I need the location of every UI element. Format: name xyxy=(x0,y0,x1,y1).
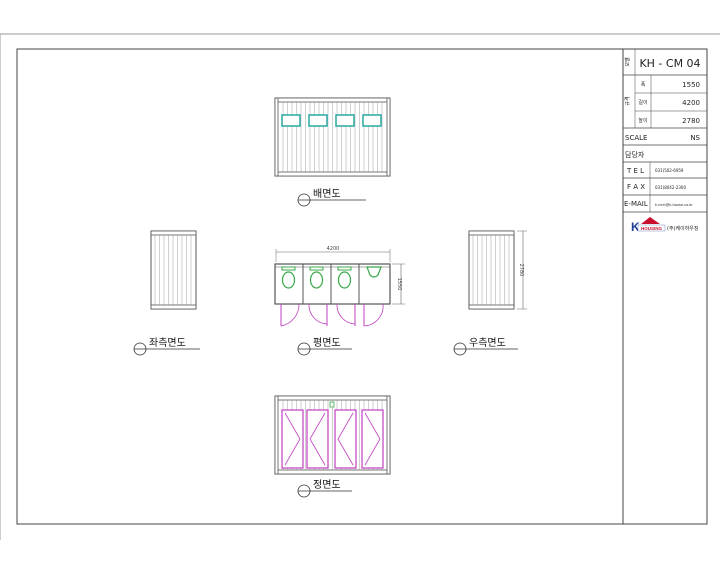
toilet-2 xyxy=(309,266,324,289)
plan-depth-dim: 1550 xyxy=(396,278,402,291)
tel-value: 031)502-6959 xyxy=(655,168,684,173)
title-block: 모델 KH - CM 04 규격 폭 1550 길이 4200 높이 2780 … xyxy=(622,49,707,524)
tel-label: T E L xyxy=(626,167,644,175)
fax-label: F A X xyxy=(627,183,645,191)
plan-view-title: 평면도 xyxy=(297,337,352,356)
fax-value: 031)8042-2300 xyxy=(655,185,686,190)
front-door-2 xyxy=(306,409,329,469)
rear-window-1 xyxy=(281,114,301,127)
company-logo: K HOUSING xyxy=(631,217,666,234)
toilet-3 xyxy=(337,266,352,289)
plan-door-4 xyxy=(363,303,384,327)
plan-view: 4200 1550 xyxy=(274,246,405,327)
left-view-title: 좌측면도 xyxy=(133,337,200,356)
rear-window-4 xyxy=(362,114,382,127)
height-value: 2780 xyxy=(682,117,700,125)
right-view-label: 우측면도 xyxy=(469,337,506,349)
width-label: 폭 xyxy=(641,82,646,88)
plan-door-2 xyxy=(308,303,328,326)
plan-view-label: 평면도 xyxy=(313,337,341,349)
rear-window-3 xyxy=(335,114,355,127)
right-view-title: 우측면도 xyxy=(453,337,518,356)
scale-value: NS xyxy=(690,134,700,142)
front-vent xyxy=(329,401,335,408)
size-label: 규격 xyxy=(624,96,631,105)
email-label: E-MAIL xyxy=(624,200,648,208)
model-label: 모델 xyxy=(624,57,631,67)
width-value: 1550 xyxy=(682,81,700,89)
plan-door-1 xyxy=(280,303,300,327)
company-name: (주)케이하우징 xyxy=(667,225,699,232)
length-value: 4200 xyxy=(682,99,700,107)
front-door-4 xyxy=(361,409,384,469)
email-value: k.cmh@k-house.co.kr xyxy=(655,203,693,207)
front-door-1 xyxy=(281,409,304,469)
plan-door-3 xyxy=(336,303,356,326)
rear-view-title: 배면도 xyxy=(297,188,366,207)
plan-width-dim: 4200 xyxy=(327,246,340,252)
manager-label: 담당자 xyxy=(625,150,645,159)
left-side-view xyxy=(150,230,197,310)
front-view xyxy=(274,395,391,475)
drawing-sheet: 모델 KH - CM 04 규격 폭 1550 길이 4200 높이 2780 … xyxy=(0,33,720,540)
rear-window-2 xyxy=(308,114,328,127)
toilet-1 xyxy=(281,266,296,289)
model-code: KH - CM 04 xyxy=(639,57,700,70)
front-view-title: 정면도 xyxy=(297,479,352,498)
side-height-dim: 2780 xyxy=(518,264,524,277)
right-side-view: 2780 xyxy=(468,230,527,310)
length-label: 길이 xyxy=(638,99,647,106)
left-view-label: 좌측면도 xyxy=(149,337,186,349)
front-door-3 xyxy=(334,409,357,469)
height-label: 높이 xyxy=(638,117,647,124)
scale-label: SCALE xyxy=(625,134,647,142)
logo-text: HOUSING xyxy=(641,226,663,231)
rear-view-label: 배면도 xyxy=(313,188,341,200)
front-view-label: 정면도 xyxy=(313,479,341,491)
rear-view xyxy=(274,97,391,177)
